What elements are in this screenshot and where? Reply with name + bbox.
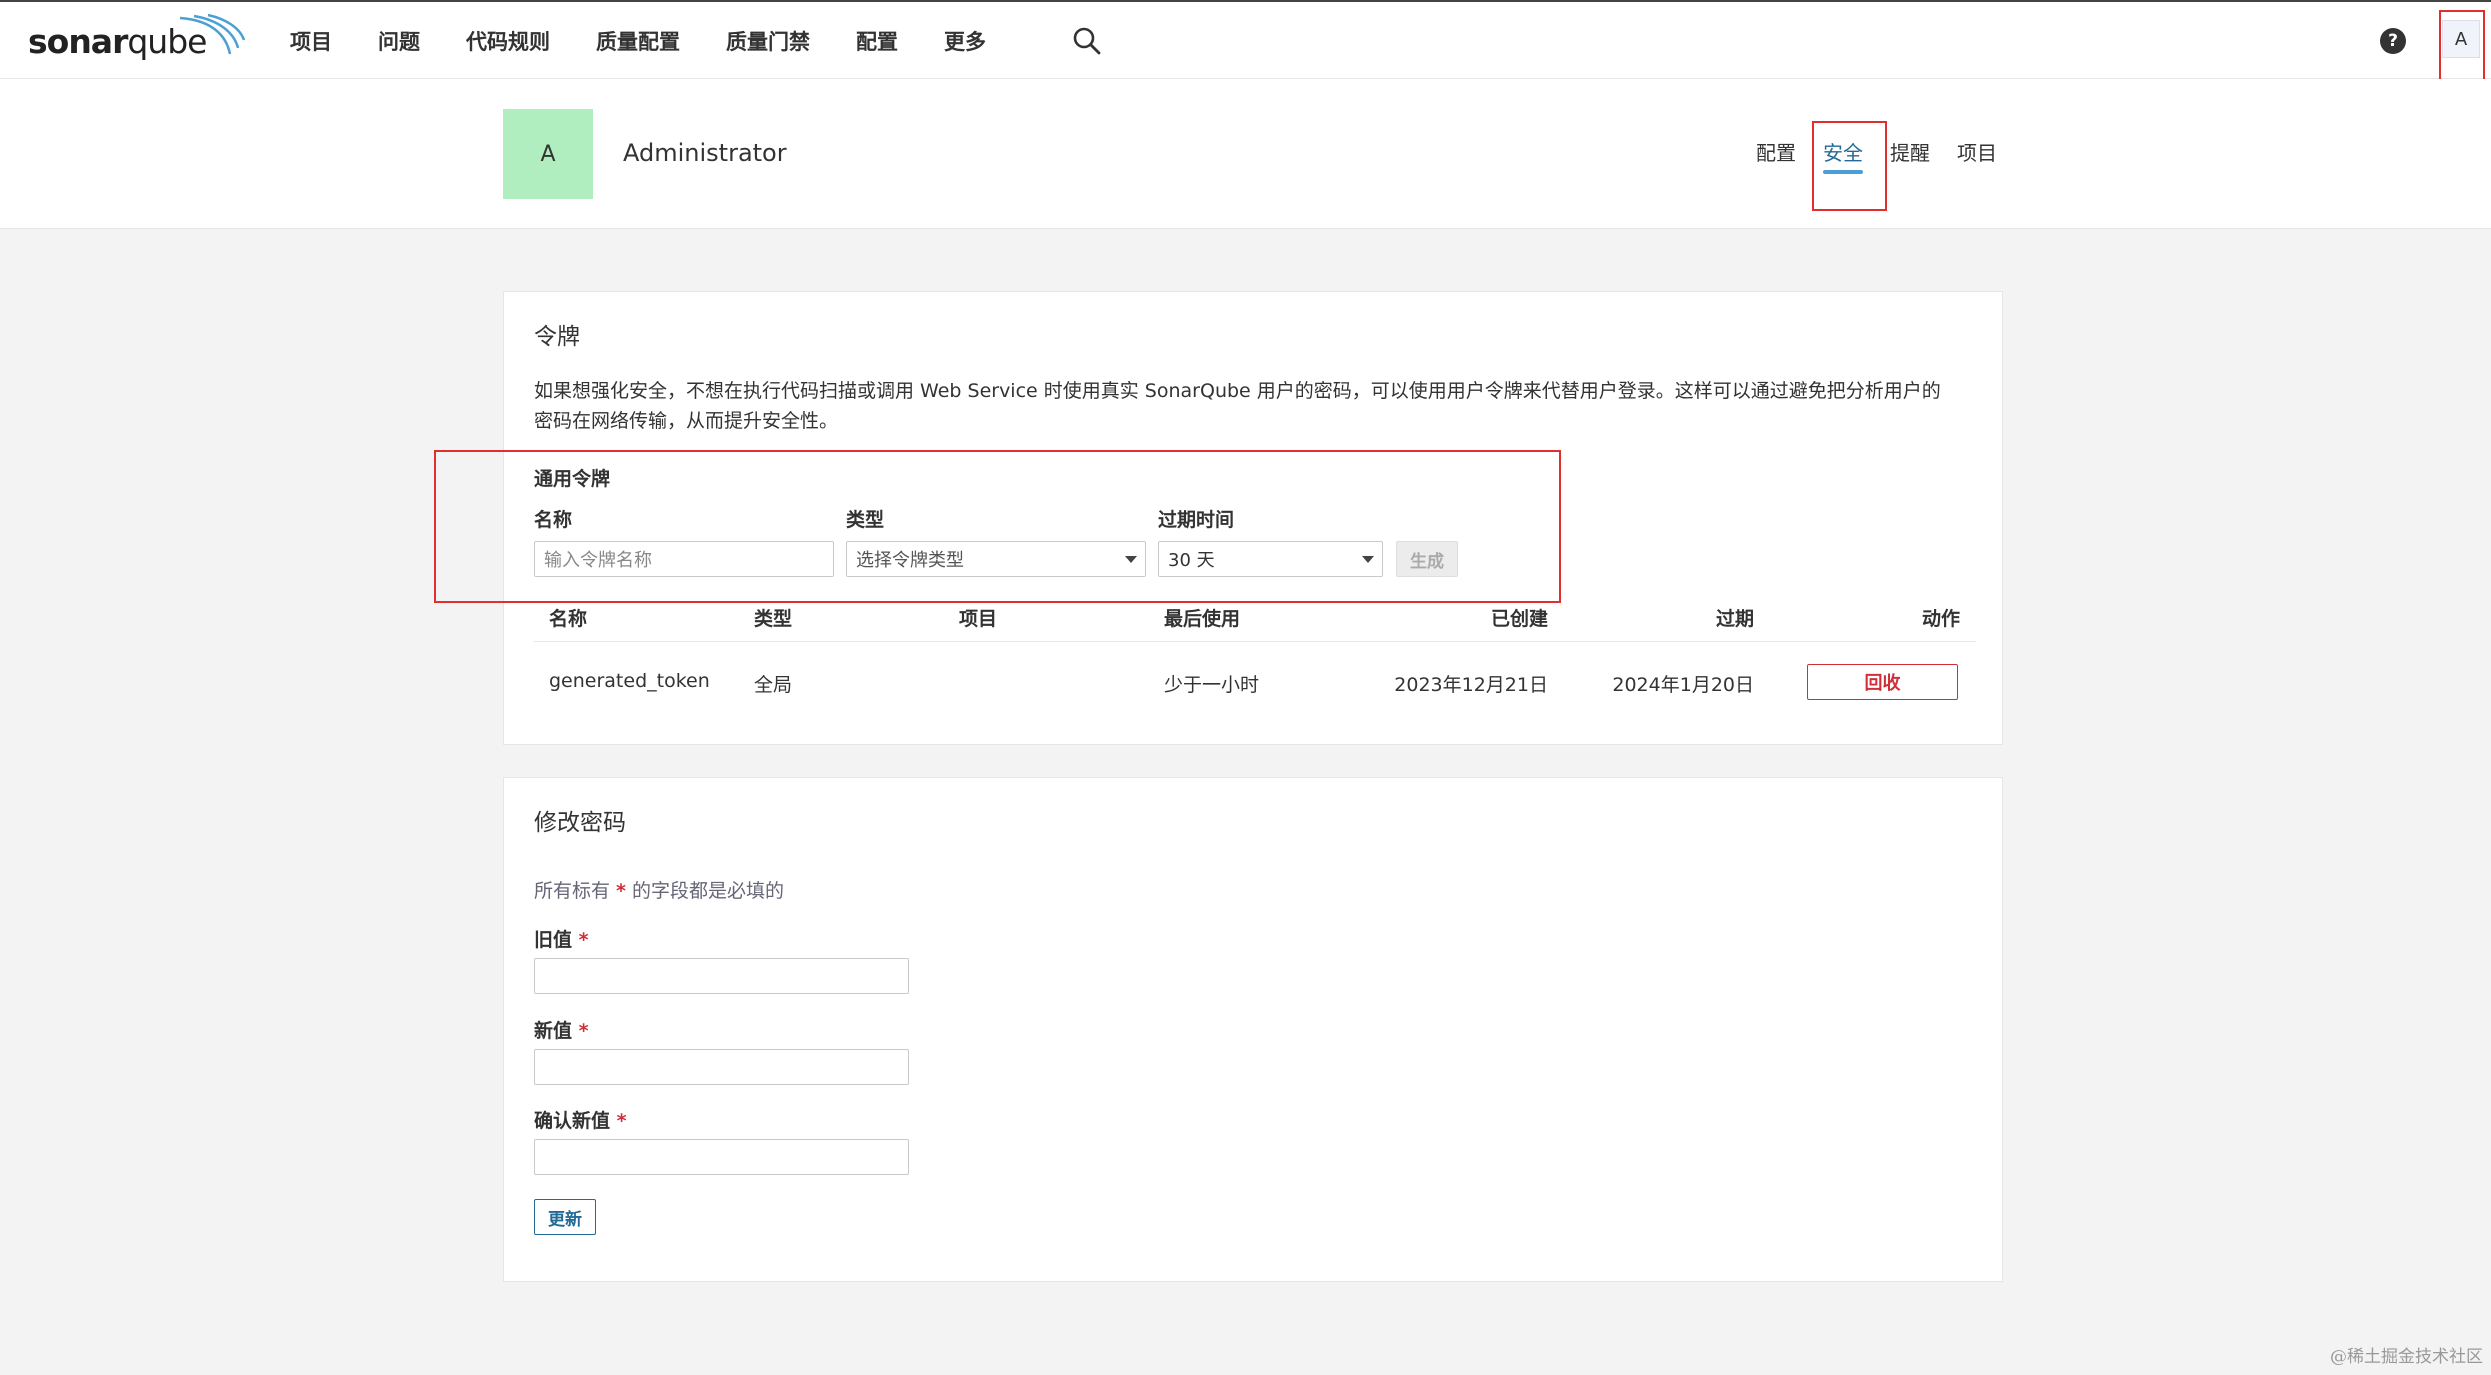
token-last-used: 少于一小时: [1164, 674, 1260, 696]
token-name-input[interactable]: 输入令牌名称: [534, 541, 834, 577]
token-type-value: 选择令牌类型: [856, 550, 964, 571]
token-form-title: 通用令牌: [534, 468, 611, 490]
col-name: 名称: [549, 608, 588, 630]
new-password-label: 新值 *: [534, 1020, 589, 1042]
account-tabs: 配置 安全 提醒 项目: [1756, 137, 2024, 174]
tokens-description: 如果想强化安全，不想在执行代码扫描或调用 Web Service 时使用真实 S…: [534, 380, 1941, 432]
search-icon[interactable]: [1072, 26, 1102, 56]
password-title: 修改密码: [534, 810, 626, 836]
nav-item-administration[interactable]: 配置: [856, 26, 898, 56]
token-expiry-select[interactable]: 30 天: [1158, 541, 1383, 577]
col-project: 项目: [959, 608, 998, 630]
sonarqube-logo[interactable]: sonarqube: [28, 14, 246, 66]
token-expiry-label: 过期时间: [1158, 509, 1235, 531]
chevron-down-icon: [1125, 556, 1137, 563]
col-expires: 过期: [1715, 608, 1754, 630]
col-action: 动作: [1921, 608, 1960, 630]
revoke-button[interactable]: 回收: [1807, 664, 1958, 700]
tab-profile[interactable]: 配置: [1756, 137, 1796, 174]
table-row: generated_token 全局 少于一小时 2023年12月21日 202…: [534, 644, 1976, 714]
change-password-panel: 修改密码 所有标有 * 的字段都是必填的 旧值 * 新值 * 确认新值 * 更新: [503, 777, 2003, 1282]
main-nav: 项目 问题 代码规则 质量配置 质量门禁 配置 更多: [290, 2, 1032, 79]
tab-notifications[interactable]: 提醒: [1890, 137, 1930, 174]
logo-waves-icon: [179, 14, 246, 55]
token-type: 全局: [754, 674, 793, 696]
top-navbar: sonarqube 项目 问题 代码规则 质量配置 质量门禁 配置 更多 ? A: [0, 0, 2491, 79]
tab-security[interactable]: 安全: [1823, 137, 1863, 174]
nav-item-projects[interactable]: 项目: [290, 26, 332, 56]
user-name: Administrator: [623, 139, 787, 167]
token-expiry-value: 30 天: [1168, 550, 1215, 571]
tokens-panel: 令牌 如果想强化安全，不想在执行代码扫描或调用 Web Service 时使用真…: [503, 291, 2003, 745]
user-avatar: A: [503, 109, 593, 199]
update-password-button[interactable]: 更新: [534, 1199, 596, 1235]
help-icon[interactable]: ?: [2380, 28, 2406, 54]
tokens-title: 令牌: [534, 324, 580, 350]
user-menu-avatar[interactable]: A: [2442, 20, 2480, 58]
nav-item-quality-profiles[interactable]: 质量配置: [596, 26, 680, 56]
old-password-label: 旧值 *: [534, 929, 589, 951]
account-header: A Administrator 配置 安全 提醒 项目: [0, 79, 2491, 229]
tokens-table-header: 名称 类型 项目 最后使用 已创建 过期 动作: [534, 604, 1976, 642]
nav-item-quality-gates[interactable]: 质量门禁: [726, 26, 810, 56]
generate-button[interactable]: 生成: [1396, 541, 1458, 577]
new-password-input[interactable]: [534, 1049, 909, 1085]
col-type: 类型: [754, 608, 793, 630]
old-password-input[interactable]: [534, 958, 909, 994]
tab-projects[interactable]: 项目: [1957, 137, 1997, 174]
nav-item-issues[interactable]: 问题: [378, 26, 420, 56]
watermark: @稀土掘金技术社区: [2330, 1347, 2483, 1367]
nav-item-rules[interactable]: 代码规则: [466, 26, 550, 56]
token-name-label: 名称: [534, 509, 573, 531]
token-expires: 2024年1月20日: [1612, 674, 1754, 696]
confirm-password-label: 确认新值 *: [534, 1110, 627, 1132]
col-last-used: 最后使用: [1164, 608, 1241, 630]
token-name: generated_token: [549, 670, 710, 692]
nav-item-more[interactable]: 更多: [944, 26, 986, 56]
token-type-label: 类型: [846, 509, 885, 531]
required-note: 所有标有 * 的字段都是必填的: [534, 880, 785, 902]
chevron-down-icon: [1362, 556, 1374, 563]
col-created: 已创建: [1490, 608, 1548, 630]
confirm-password-input[interactable]: [534, 1139, 909, 1175]
token-type-select[interactable]: 选择令牌类型: [846, 541, 1146, 577]
token-created: 2023年12月21日: [1394, 674, 1548, 696]
